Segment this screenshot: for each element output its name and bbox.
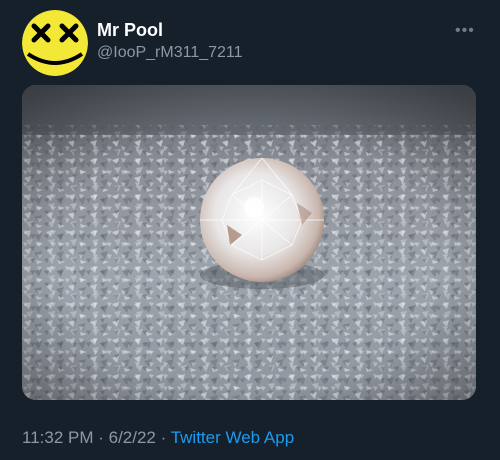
tweet-image[interactable] xyxy=(22,85,476,400)
diamond-photo xyxy=(22,85,476,400)
user-handle[interactable]: @IooP_rM311_7211 xyxy=(97,44,243,62)
separator: · xyxy=(93,428,109,447)
avatar[interactable] xyxy=(22,10,88,76)
tweet-meta: 11:32 PM · 6/2/22 · Twitter Web App xyxy=(22,428,294,448)
separator: · xyxy=(155,428,171,447)
tweet: Mr Pool @IooP_rM311_7211 ••• 11:32 PM · … xyxy=(0,0,500,460)
tweet-source-link[interactable]: Twitter Web App xyxy=(171,428,294,447)
yellow-dead-face-icon xyxy=(22,10,88,76)
tweet-time[interactable]: 11:32 PM xyxy=(22,428,94,447)
tweet-date[interactable]: 6/2/22 xyxy=(109,428,156,447)
ellipsis-icon[interactable]: ••• xyxy=(455,22,475,40)
display-name[interactable]: Mr Pool xyxy=(97,20,163,41)
